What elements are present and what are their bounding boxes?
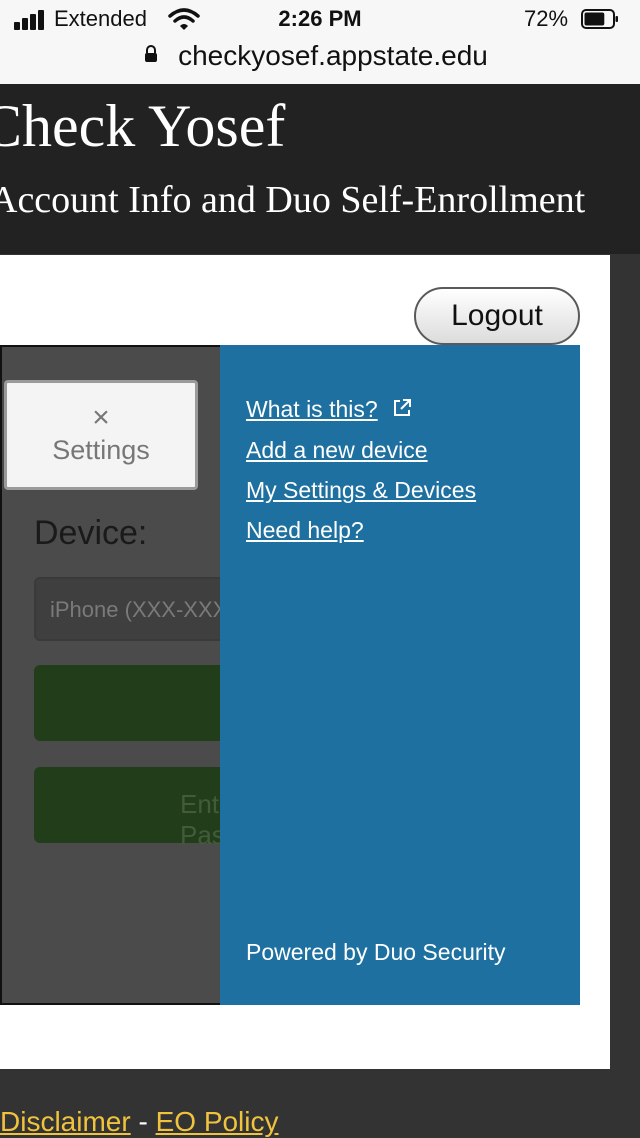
battery-percent: 72% — [524, 6, 569, 31]
my-settings-devices-link[interactable]: My Settings & Devices — [246, 477, 476, 504]
settings-toggle-button[interactable]: × Settings — [4, 380, 198, 490]
eo-policy-link[interactable]: EO Policy — [156, 1106, 279, 1137]
what-is-this-link[interactable]: What is this? — [246, 396, 378, 423]
device-select[interactable]: iPhone (XXX-XXX-1234) — [34, 577, 234, 641]
need-help-link[interactable]: Need help? — [246, 517, 364, 544]
add-new-device-link[interactable]: Add a new device — [246, 437, 428, 464]
close-icon: × — [92, 401, 110, 434]
logout-button[interactable]: Logout — [414, 287, 580, 345]
powered-by-duo: Powered by Duo Security — [246, 939, 506, 965]
address-bar-url[interactable]: checkyosef.appstate.edu — [0, 40, 640, 72]
enter-passcode-button[interactable]: Enter a Passcode — [34, 767, 294, 850]
disclaimer-link[interactable]: Disclaimer — [0, 1106, 131, 1137]
footer-links: Disclaimer - EO Policy — [0, 1106, 279, 1138]
battery-icon — [581, 9, 618, 29]
site-subtitle: Account Info and Duo Self-Enrollment — [0, 179, 586, 221]
site-title: Check Yosef — [0, 93, 286, 159]
device-label: Device: — [34, 514, 148, 552]
external-link-icon — [394, 399, 411, 416]
footer-separator: - — [138, 1106, 148, 1137]
send-push-button[interactable] — [34, 665, 234, 741]
settings-label: Settings — [52, 435, 150, 465]
